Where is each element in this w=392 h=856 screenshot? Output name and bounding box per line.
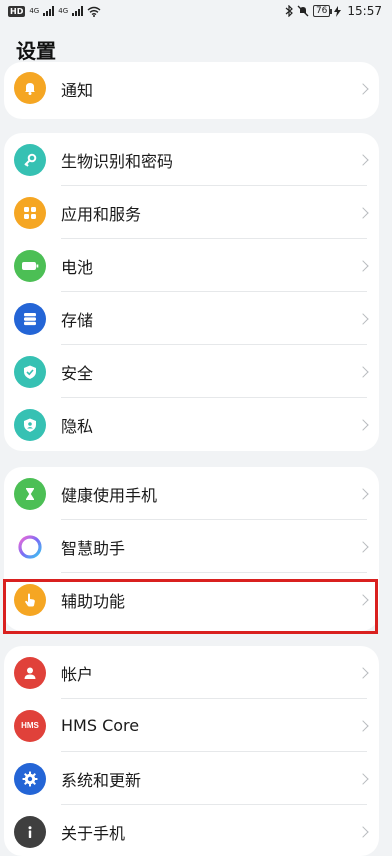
gear-icon xyxy=(14,762,46,795)
settings-item-security[interactable]: 安全 xyxy=(4,345,379,398)
settings-item-apps[interactable]: 应用和服务 xyxy=(4,186,379,239)
settings-item-label: 应用和服务 xyxy=(61,204,142,224)
settings-item-system-update[interactable]: 系统和更新 xyxy=(4,752,379,805)
settings-item-label: 存储 xyxy=(61,310,94,330)
settings-group-system: 帐户 HMS HMS Core 系统和更新 关于手机 xyxy=(4,646,379,856)
chevron-right-icon xyxy=(357,153,369,166)
settings-item-assistant[interactable]: 智慧助手 xyxy=(4,520,379,573)
chevron-right-icon xyxy=(357,772,369,785)
chevron-right-icon xyxy=(357,825,369,838)
settings-item-storage[interactable]: 存储 xyxy=(4,292,379,345)
chevron-right-icon xyxy=(357,719,369,732)
chevron-right-icon xyxy=(357,487,369,500)
apps-grid-icon xyxy=(14,196,46,229)
key-icon xyxy=(14,143,46,176)
status-bar-left: HD 4G 4G xyxy=(8,5,101,17)
chevron-right-icon xyxy=(357,312,369,325)
battery-icon xyxy=(14,249,46,282)
settings-item-label: 通知 xyxy=(61,80,94,100)
settings-item-account[interactable]: 帐户 xyxy=(4,646,379,699)
chevron-right-icon xyxy=(357,418,369,431)
chevron-right-icon xyxy=(357,82,369,95)
settings-item-label: HMS Core xyxy=(61,716,140,735)
settings-item-privacy[interactable]: 隐私 xyxy=(4,398,379,451)
chevron-right-icon xyxy=(357,540,369,553)
storage-icon xyxy=(14,302,46,335)
hd-badge: HD xyxy=(8,5,26,17)
settings-group-notifications: 通知 xyxy=(4,62,379,119)
wifi-icon xyxy=(87,6,101,17)
status-time: 15:57 xyxy=(347,4,382,18)
chevron-right-icon xyxy=(357,365,369,378)
chevron-right-icon xyxy=(357,666,369,679)
hms-icon: HMS xyxy=(14,709,46,742)
bell-icon xyxy=(14,72,46,104)
settings-item-label: 智慧助手 xyxy=(61,538,126,558)
battery-indicator: 76 xyxy=(312,5,333,17)
privacy-shield-icon xyxy=(14,408,46,441)
assistant-ring-icon xyxy=(14,531,46,563)
mute-bell-icon xyxy=(297,5,309,17)
settings-item-label: 电池 xyxy=(61,257,94,277)
shield-check-icon xyxy=(14,355,46,388)
settings-item-label: 隐私 xyxy=(61,416,94,436)
network-type-1: 4G xyxy=(29,6,40,15)
settings-item-hms-core[interactable]: HMS HMS Core xyxy=(4,699,379,752)
hms-icon-text: HMS xyxy=(21,721,39,730)
highlight-box xyxy=(3,579,378,634)
chevron-right-icon xyxy=(357,206,369,219)
signal-icon xyxy=(43,6,55,16)
status-bar-right: 76 15:57 xyxy=(285,4,382,18)
settings-item-battery[interactable]: 电池 xyxy=(4,239,379,292)
charging-icon xyxy=(334,5,342,17)
settings-item-label: 帐户 xyxy=(61,664,94,684)
chevron-right-icon xyxy=(357,259,369,272)
settings-group-security: 生物识别和密码 应用和服务 电池 存储 安全 隐私 xyxy=(4,133,379,451)
settings-item-label: 健康使用手机 xyxy=(61,485,158,505)
settings-item-biometrics[interactable]: 生物识别和密码 xyxy=(4,133,379,186)
settings-item-about-phone[interactable]: 关于手机 xyxy=(4,805,379,856)
settings-item-digital-balance[interactable]: 健康使用手机 xyxy=(4,467,379,520)
settings-item-label: 系统和更新 xyxy=(61,770,142,790)
signal-icon-2 xyxy=(72,6,84,16)
info-icon xyxy=(14,815,46,848)
settings-item-label: 生物识别和密码 xyxy=(61,151,174,171)
settings-item-label: 关于手机 xyxy=(61,823,126,843)
network-type-2: 4G xyxy=(58,6,69,15)
user-icon xyxy=(14,656,46,689)
hourglass-icon xyxy=(14,477,46,510)
status-bar: HD 4G 4G 76 15:57 xyxy=(0,0,392,22)
page-title: 设置 xyxy=(16,39,56,63)
settings-item-label: 安全 xyxy=(61,363,94,383)
bluetooth-icon xyxy=(285,5,293,17)
settings-item-notifications[interactable]: 通知 xyxy=(4,62,379,115)
